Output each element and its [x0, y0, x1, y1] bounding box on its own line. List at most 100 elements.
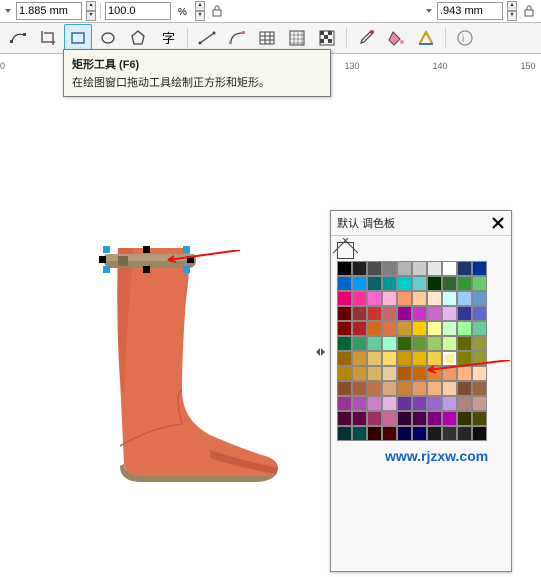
- pct-spinner[interactable]: ▴▾: [195, 1, 205, 21]
- color-swatch[interactable]: [472, 411, 487, 426]
- color-swatch[interactable]: [352, 426, 367, 441]
- color-swatch[interactable]: [412, 321, 427, 336]
- color-swatch[interactable]: [367, 426, 382, 441]
- color-palette-panel[interactable]: 默认 调色板: [330, 210, 512, 572]
- color-swatch[interactable]: [412, 396, 427, 411]
- color-swatch[interactable]: [472, 291, 487, 306]
- color-swatch[interactable]: [397, 306, 412, 321]
- color-swatch[interactable]: [442, 396, 457, 411]
- tool-bezier[interactable]: [223, 24, 251, 52]
- color-swatch[interactable]: [337, 276, 352, 291]
- color-swatch[interactable]: [427, 261, 442, 276]
- color-swatch[interactable]: [397, 426, 412, 441]
- color-swatch[interactable]: [442, 321, 457, 336]
- color-swatch[interactable]: [352, 321, 367, 336]
- color-swatch[interactable]: [472, 396, 487, 411]
- color-swatch[interactable]: [457, 396, 472, 411]
- color-swatch[interactable]: [382, 411, 397, 426]
- color-swatch[interactable]: [457, 321, 472, 336]
- palette-close-button[interactable]: [491, 216, 505, 230]
- color-swatch[interactable]: [337, 291, 352, 306]
- color-swatch[interactable]: [352, 291, 367, 306]
- color-swatch[interactable]: [337, 396, 352, 411]
- color-swatch[interactable]: [367, 261, 382, 276]
- color-swatch[interactable]: [367, 306, 382, 321]
- color-swatch[interactable]: [412, 291, 427, 306]
- color-swatch[interactable]: [382, 276, 397, 291]
- color-swatch[interactable]: [457, 291, 472, 306]
- color-swatch[interactable]: [427, 306, 442, 321]
- color-swatch[interactable]: [352, 261, 367, 276]
- tool-freehand[interactable]: [193, 24, 221, 52]
- color-swatch[interactable]: [457, 261, 472, 276]
- tool-pattern[interactable]: [313, 24, 341, 52]
- color-swatch[interactable]: [442, 411, 457, 426]
- color-swatch[interactable]: [382, 426, 397, 441]
- color-swatch[interactable]: [382, 396, 397, 411]
- color-grid[interactable]: [337, 261, 487, 441]
- tool-ellipse[interactable]: [94, 24, 122, 52]
- palette-expand-arrow[interactable]: [316, 345, 326, 359]
- color-swatch[interactable]: [427, 426, 442, 441]
- color-swatch[interactable]: [352, 366, 367, 381]
- color-swatch[interactable]: [412, 261, 427, 276]
- canvas-area[interactable]: 默认 调色板 www.rjzxw.com: [0, 70, 541, 577]
- color-swatch[interactable]: [442, 336, 457, 351]
- color-swatch[interactable]: [457, 426, 472, 441]
- color-swatch[interactable]: [382, 366, 397, 381]
- tool-outline[interactable]: [412, 24, 440, 52]
- color-swatch[interactable]: [367, 291, 382, 306]
- no-color-swatch[interactable]: [337, 242, 354, 259]
- color-swatch[interactable]: [427, 396, 442, 411]
- color-swatch[interactable]: [337, 306, 352, 321]
- color-swatch[interactable]: [382, 306, 397, 321]
- tool-eyedropper[interactable]: [352, 24, 380, 52]
- color-swatch[interactable]: [352, 336, 367, 351]
- color-swatch[interactable]: [457, 306, 472, 321]
- color-swatch[interactable]: [367, 366, 382, 381]
- color-swatch[interactable]: [412, 336, 427, 351]
- color-swatch[interactable]: [442, 426, 457, 441]
- color-swatch[interactable]: [427, 336, 442, 351]
- color-swatch[interactable]: [457, 381, 472, 396]
- color-swatch[interactable]: [397, 351, 412, 366]
- color-swatch[interactable]: [427, 411, 442, 426]
- color-swatch[interactable]: [352, 411, 367, 426]
- pct-input[interactable]: [105, 2, 171, 20]
- tool-grid[interactable]: [283, 24, 311, 52]
- color-swatch[interactable]: [457, 336, 472, 351]
- tool-crop[interactable]: [34, 24, 62, 52]
- color-swatch[interactable]: [457, 411, 472, 426]
- color-swatch[interactable]: [367, 276, 382, 291]
- color-swatch[interactable]: [397, 321, 412, 336]
- mm-input[interactable]: [16, 2, 82, 20]
- color-swatch[interactable]: [397, 381, 412, 396]
- color-swatch[interactable]: [367, 381, 382, 396]
- color-swatch[interactable]: [382, 291, 397, 306]
- color-swatch[interactable]: [382, 351, 397, 366]
- color-swatch[interactable]: [367, 396, 382, 411]
- color-swatch[interactable]: [472, 381, 487, 396]
- color-swatch[interactable]: [382, 321, 397, 336]
- dropdown-arrow-icon-2[interactable]: [425, 7, 433, 15]
- color-swatch[interactable]: [397, 366, 412, 381]
- color-swatch[interactable]: [427, 381, 442, 396]
- lock2-icon[interactable]: [521, 3, 537, 19]
- mm2-input[interactable]: [437, 2, 503, 20]
- color-swatch[interactable]: [337, 321, 352, 336]
- color-swatch[interactable]: [412, 426, 427, 441]
- color-swatch[interactable]: [427, 276, 442, 291]
- color-swatch[interactable]: [337, 366, 352, 381]
- tool-rectangle[interactable]: [64, 24, 92, 52]
- mm-spinner[interactable]: ▴▾: [86, 1, 96, 21]
- tool-paint-bucket[interactable]: [382, 24, 410, 52]
- color-swatch[interactable]: [442, 291, 457, 306]
- color-swatch[interactable]: [352, 276, 367, 291]
- tool-text[interactable]: 字: [154, 24, 182, 52]
- color-swatch[interactable]: [397, 276, 412, 291]
- color-swatch[interactable]: [472, 261, 487, 276]
- color-swatch[interactable]: [397, 261, 412, 276]
- color-swatch[interactable]: [337, 426, 352, 441]
- mm2-spinner[interactable]: ▴▾: [507, 1, 517, 21]
- color-swatch[interactable]: [397, 396, 412, 411]
